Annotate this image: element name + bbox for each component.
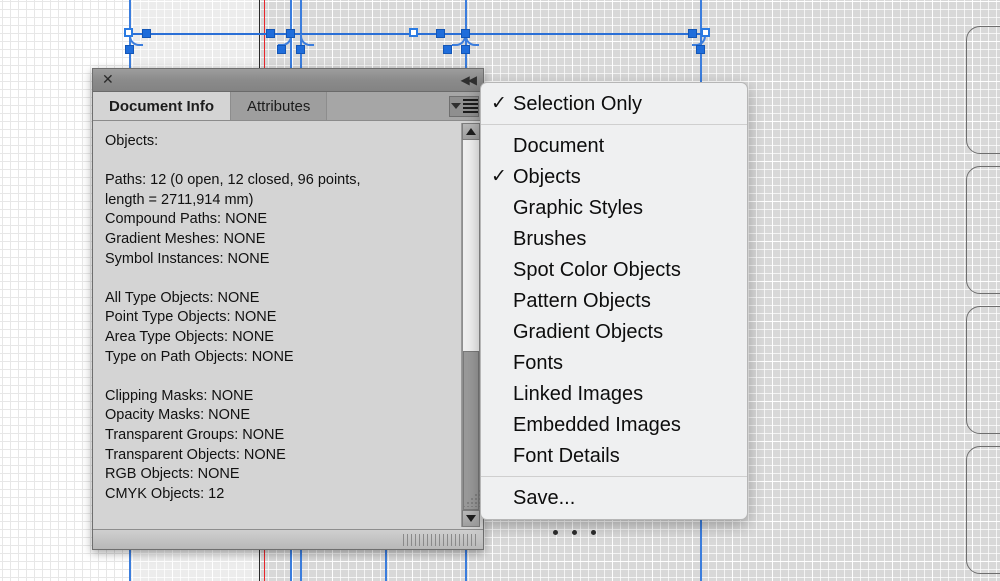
menu-item-pattern-objects[interactable]: Pattern Objects bbox=[481, 285, 747, 316]
menu-item-label: Brushes bbox=[513, 227, 587, 250]
menu-separator-1 bbox=[481, 124, 747, 125]
menu-item-save[interactable]: Save... bbox=[481, 482, 747, 513]
panel-content-area: Objects: Paths: 12 (0 open, 12 closed, 9… bbox=[93, 121, 483, 529]
menu-item-graphic-styles[interactable]: Graphic Styles bbox=[481, 192, 747, 223]
panel-flyout-menu[interactable]: ✓ Selection Only Document ✓ Objects Grap… bbox=[480, 82, 748, 520]
tab-document-info-label: Document Info bbox=[109, 97, 214, 115]
chevron-down-icon bbox=[450, 103, 461, 109]
scrollbar-track[interactable] bbox=[462, 140, 480, 510]
anchor-point-selected-3[interactable] bbox=[701, 28, 710, 37]
anchor-point-selected-2[interactable] bbox=[409, 28, 418, 37]
anchor-point-5[interactable] bbox=[277, 45, 286, 54]
shape-rounded-rect-3[interactable] bbox=[966, 306, 1000, 434]
hamburger-icon bbox=[462, 99, 478, 113]
screen-root: ✕ ◀◀ Document Info Attributes Objects: P… bbox=[0, 0, 1000, 581]
scroll-down-button[interactable] bbox=[462, 510, 480, 527]
shape-rounded-rect-4[interactable] bbox=[966, 446, 1000, 574]
menu-item-label: Linked Images bbox=[513, 382, 644, 405]
anchor-point-7[interactable] bbox=[436, 29, 445, 38]
tab-bar-filler bbox=[327, 92, 483, 120]
menu-item-label: Fonts bbox=[513, 351, 564, 374]
menu-item-label: Graphic Styles bbox=[513, 196, 644, 219]
panel-title-bar[interactable]: ✕ ◀◀ bbox=[93, 69, 483, 92]
scroll-up-button[interactable] bbox=[462, 123, 480, 140]
arrow-down-icon bbox=[466, 515, 476, 522]
menu-item-label: Document bbox=[513, 134, 605, 157]
footer-grip-icon[interactable] bbox=[403, 534, 477, 546]
menu-item-document[interactable]: Document bbox=[481, 130, 747, 161]
menu-item-selection-only[interactable]: ✓ Selection Only bbox=[481, 88, 747, 119]
check-icon: ✓ bbox=[491, 92, 507, 114]
menu-item-gradient-objects[interactable]: Gradient Objects bbox=[481, 316, 747, 347]
shape-rounded-rect-1[interactable] bbox=[966, 26, 1000, 154]
menu-item-label: Objects bbox=[513, 165, 581, 188]
menu-item-label: Embedded Images bbox=[513, 413, 681, 436]
menu-item-label: Font Details bbox=[513, 444, 620, 467]
menu-item-brushes[interactable]: Brushes bbox=[481, 223, 747, 254]
anchor-point-10[interactable] bbox=[461, 45, 470, 54]
menu-item-linked-images[interactable]: Linked Images bbox=[481, 378, 747, 409]
anchor-point-1[interactable] bbox=[142, 29, 151, 38]
menu-item-objects[interactable]: ✓ Objects bbox=[481, 161, 747, 192]
anchor-point-3[interactable] bbox=[266, 29, 275, 38]
menu-item-spot-color-objects[interactable]: Spot Color Objects bbox=[481, 254, 747, 285]
close-icon[interactable]: ✕ bbox=[102, 73, 114, 87]
anchor-point-9[interactable] bbox=[443, 45, 452, 54]
shape-rounded-rect-2[interactable] bbox=[966, 166, 1000, 294]
menu-item-label: Selection Only bbox=[513, 92, 642, 115]
vertical-scrollbar[interactable] bbox=[461, 123, 480, 527]
arrow-up-icon bbox=[466, 128, 476, 135]
check-icon: ✓ bbox=[491, 165, 507, 187]
menu-more-dots-icon[interactable] bbox=[553, 530, 596, 535]
document-info-text: Objects: Paths: 12 (0 open, 12 closed, 9… bbox=[105, 133, 361, 502]
menu-item-label: Save... bbox=[513, 486, 576, 509]
panel-footer bbox=[93, 529, 483, 549]
anchor-point-6[interactable] bbox=[296, 45, 305, 54]
menu-item-font-details[interactable]: Font Details bbox=[481, 440, 747, 471]
collapse-icon[interactable]: ◀◀ bbox=[461, 74, 478, 86]
menu-item-embedded-images[interactable]: Embedded Images bbox=[481, 409, 747, 440]
anchor-point-4[interactable] bbox=[286, 29, 295, 38]
panel-menu-icon[interactable] bbox=[449, 95, 479, 117]
anchor-point-11[interactable] bbox=[688, 29, 697, 38]
menu-item-label: Spot Color Objects bbox=[513, 258, 681, 281]
menu-item-fonts[interactable]: Fonts bbox=[481, 347, 747, 378]
path-stroke-v6 bbox=[385, 545, 387, 581]
tab-attributes-label: Attributes bbox=[247, 97, 311, 115]
menu-item-label: Pattern Objects bbox=[513, 289, 651, 312]
anchor-point-8[interactable] bbox=[461, 29, 470, 38]
scrollbar-thumb[interactable] bbox=[463, 350, 479, 510]
panel-tab-bar: Document Info Attributes bbox=[93, 92, 483, 121]
tab-attributes[interactable]: Attributes bbox=[231, 92, 328, 120]
menu-separator-2 bbox=[481, 476, 747, 477]
menu-item-label: Gradient Objects bbox=[513, 320, 664, 343]
document-info-panel[interactable]: ✕ ◀◀ Document Info Attributes Objects: P… bbox=[92, 68, 484, 550]
anchor-point-12[interactable] bbox=[696, 45, 705, 54]
anchor-point-2[interactable] bbox=[125, 45, 134, 54]
tab-document-info[interactable]: Document Info bbox=[93, 92, 231, 120]
anchor-point-selected-1[interactable] bbox=[124, 28, 133, 37]
